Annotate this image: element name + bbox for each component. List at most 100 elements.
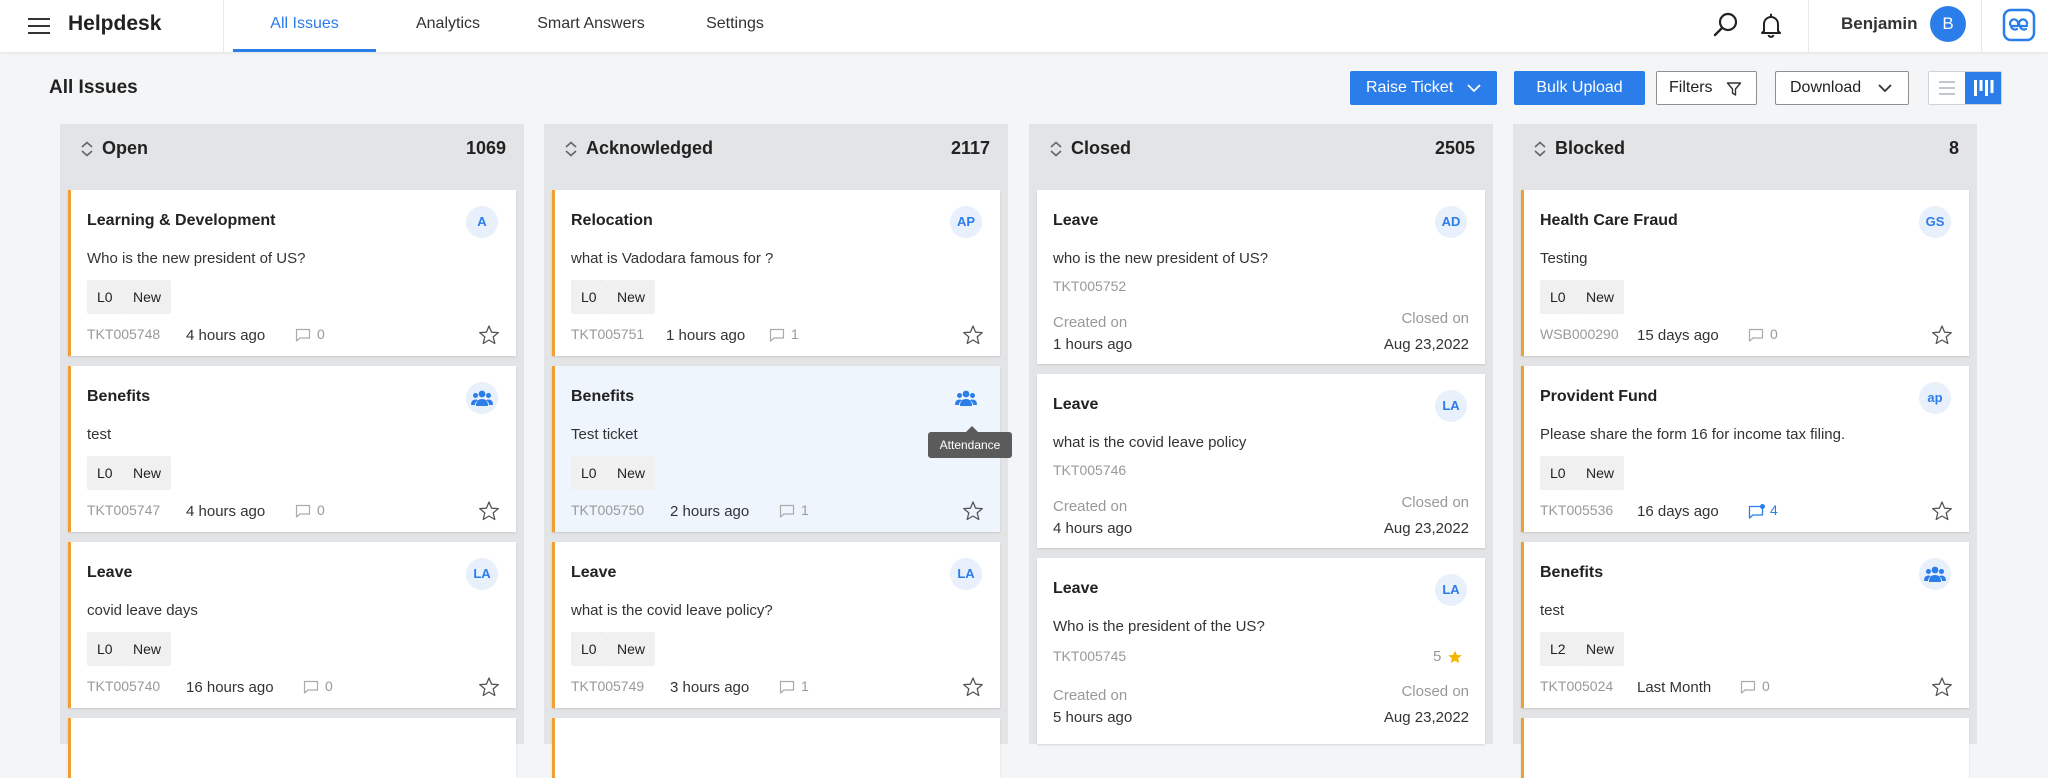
assignee-badge[interactable]: [950, 382, 982, 414]
ticket-category: Leave: [87, 564, 133, 581]
created-label: Created on: [1053, 498, 1128, 515]
column-count: 2117: [950, 138, 990, 158]
ticket-card[interactable]: Relocation AP what is Vadodara famous fo…: [552, 190, 1000, 356]
hamburger-menu-icon[interactable]: [26, 13, 52, 39]
board-view-icon[interactable]: [1965, 72, 2001, 104]
closed-date: Aug 23,2022: [1383, 336, 1469, 353]
ticket-time: 16 days ago: [1637, 503, 1719, 520]
ticket-card[interactable]: Leave LA covid leave days L0 New TKT0057…: [68, 542, 516, 708]
search-icon[interactable]: [1712, 11, 1740, 39]
column-title: Blocked: [1555, 138, 1626, 158]
column-count: 8: [1948, 138, 1959, 158]
ticket-category: Benefits: [571, 388, 635, 405]
header-divider: [1981, 0, 1982, 52]
assignee-badge: LA: [466, 558, 498, 590]
sort-arrows-icon[interactable]: [1049, 141, 1063, 157]
ticket-card[interactable]: Leave LA what is the covid leave policy …: [1037, 374, 1485, 548]
people-group-icon: [955, 390, 977, 406]
status-tag: New: [607, 632, 656, 666]
people-group-icon: [1924, 566, 1946, 582]
status-tag: New: [1576, 632, 1625, 666]
star-filled-icon: [1448, 650, 1462, 664]
ticket-id: WSB000290: [1540, 326, 1619, 342]
chevron-down-icon: [1878, 84, 1892, 93]
star-outline-icon[interactable]: [962, 500, 984, 522]
sort-arrows-icon[interactable]: [80, 141, 94, 157]
ticket-id: TKT005750: [571, 502, 645, 518]
tab-analytics[interactable]: Analytics: [404, 0, 492, 52]
sort-arrows-icon[interactable]: [1533, 141, 1547, 157]
created-time: 5 hours ago: [1053, 709, 1133, 726]
ticket-card[interactable]: Leave LA what is the covid leave policy?…: [552, 542, 1000, 708]
user-name[interactable]: Benjamin: [1841, 14, 1918, 34]
tab-all-issues[interactable]: All Issues: [233, 0, 376, 52]
ticket-description: test: [87, 426, 112, 443]
star-outline-icon[interactable]: [1931, 324, 1953, 346]
status-tag: New: [1576, 456, 1625, 490]
ticket-card[interactable]: [1521, 718, 1969, 778]
ticket-card[interactable]: Health Care Fraud GS Testing L0 New WSB0…: [1521, 190, 1969, 356]
level-tag: L0: [571, 456, 607, 490]
ticket-time: 15 days ago: [1637, 327, 1719, 344]
closed-date: Aug 23,2022: [1383, 520, 1469, 537]
filters-button[interactable]: Filters: [1656, 71, 1757, 105]
list-view-icon[interactable]: [1929, 72, 1965, 104]
star-outline-icon[interactable]: [1931, 676, 1953, 698]
ticket-id: TKT005740: [87, 678, 161, 694]
assignee-badge: AP: [950, 206, 982, 238]
download-label: Download: [1790, 79, 1862, 96]
bulk-upload-button[interactable]: Bulk Upload: [1514, 71, 1645, 105]
star-outline-icon[interactable]: [478, 324, 500, 346]
raise-ticket-label: Raise Ticket: [1366, 79, 1454, 96]
column-header: Blocked 8: [1513, 124, 1977, 174]
level-tag: L0: [571, 632, 607, 666]
raise-ticket-button[interactable]: Raise Ticket: [1350, 71, 1497, 105]
ticket-category: Leave: [571, 564, 617, 581]
board-column-blocked: Blocked 8 Health Care Fraud GS Testing L…: [1513, 124, 1977, 778]
download-button[interactable]: Download: [1775, 71, 1909, 105]
ticket-category: Provident Fund: [1540, 388, 1658, 405]
comment-number: 0: [317, 326, 325, 342]
star-outline-icon[interactable]: [478, 500, 500, 522]
ticket-card[interactable]: [68, 718, 516, 778]
brand-logo-icon: [2002, 8, 2036, 42]
star-outline-icon[interactable]: [478, 676, 500, 698]
ticket-card[interactable]: [552, 718, 1000, 778]
level-tag: L0: [571, 280, 607, 314]
status-tag: New: [123, 280, 172, 314]
column-count: 2505: [1434, 138, 1475, 158]
ticket-card[interactable]: Leave AD who is the new president of US?…: [1037, 190, 1485, 364]
ticket-card[interactable]: Leave LA Who is the president of the US?…: [1037, 558, 1485, 744]
column-title: Acknowledged: [586, 138, 714, 158]
tab-settings[interactable]: Settings: [696, 0, 774, 52]
chat-bubble-icon: [303, 680, 319, 694]
star-outline-icon[interactable]: [1931, 500, 1953, 522]
star-outline-icon[interactable]: [962, 676, 984, 698]
chevron-down-icon: [1467, 84, 1481, 93]
star-outline-icon[interactable]: [962, 324, 984, 346]
closed-date: Aug 23,2022: [1383, 709, 1469, 726]
ticket-card[interactable]: Benefits test L2 New TKT005024 Last Mont…: [1521, 542, 1969, 708]
column-header: Closed 2505: [1029, 124, 1493, 174]
ticket-category: Benefits: [87, 388, 151, 405]
created-time: 4 hours ago: [1053, 520, 1133, 537]
ticket-card[interactable]: Learning & Development A Who is the new …: [68, 190, 516, 356]
sort-arrows-icon[interactable]: [564, 141, 578, 157]
status-tag: New: [1576, 280, 1625, 314]
ticket-id: TKT005748: [87, 326, 161, 342]
assignee-badge: A: [466, 206, 498, 238]
tab-smart-answers[interactable]: Smart Answers: [528, 0, 654, 52]
ticket-id: TKT005747: [87, 502, 161, 518]
nav-divider: [223, 0, 224, 52]
ticket-description: what is the covid leave policy?: [571, 602, 773, 619]
column-count: 1069: [465, 138, 506, 158]
comment-number: 1: [801, 502, 809, 518]
created-label: Created on: [1053, 687, 1128, 704]
ticket-card[interactable]: Benefits test L0 New TKT005747 4 hours a…: [68, 366, 516, 532]
view-toggle: [1928, 71, 2002, 105]
status-tag: New: [607, 456, 656, 490]
bell-icon[interactable]: [1757, 11, 1785, 39]
user-avatar[interactable]: B: [1930, 6, 1966, 42]
ticket-time: 3 hours ago: [670, 679, 750, 696]
ticket-card[interactable]: Provident Fund ap Please share the form …: [1521, 366, 1969, 532]
